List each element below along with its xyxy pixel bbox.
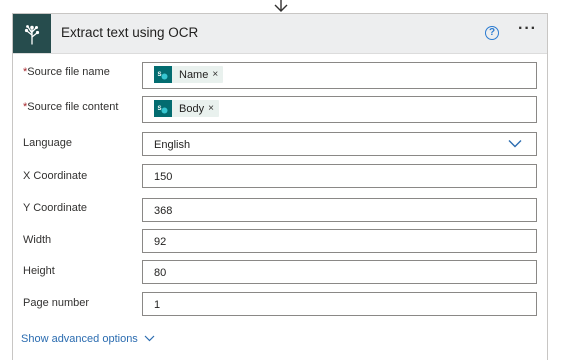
- svg-text:S: S: [158, 106, 162, 112]
- height-value: 80: [154, 267, 167, 279]
- x-coordinate-input[interactable]: 150: [142, 164, 537, 188]
- y-coordinate-input[interactable]: 368: [142, 198, 537, 222]
- ocr-action-card: Extract text using OCR ? ··· *Source fil…: [12, 13, 548, 360]
- dynamic-content-token-body[interactable]: S Body ×: [154, 100, 219, 117]
- sharepoint-icon: S: [154, 66, 172, 83]
- advanced-options-label: Show advanced options: [21, 333, 138, 345]
- width-input[interactable]: 92: [142, 229, 537, 253]
- height-input[interactable]: 80: [142, 260, 537, 284]
- y-coordinate-label: Y Coordinate: [23, 202, 88, 214]
- sharepoint-icon: S: [154, 100, 172, 117]
- x-coordinate-label: X Coordinate: [23, 170, 88, 182]
- page-number-input[interactable]: 1: [142, 292, 537, 316]
- language-label: Language: [23, 137, 72, 149]
- source-file-content-field[interactable]: S Body ×: [142, 96, 537, 123]
- source-file-name-field[interactable]: S Name ×: [142, 62, 537, 89]
- token-label: Name: [179, 68, 209, 81]
- help-icon[interactable]: ?: [485, 26, 499, 40]
- remove-token-icon[interactable]: ×: [212, 69, 223, 80]
- show-advanced-options-link[interactable]: Show advanced options: [21, 333, 155, 345]
- height-label: Height: [23, 265, 55, 277]
- language-dropdown[interactable]: English: [142, 132, 537, 156]
- chevron-down-icon: [144, 333, 155, 345]
- x-coordinate-value: 150: [154, 171, 173, 183]
- source-file-content-label: *Source file content: [23, 101, 119, 113]
- more-options-icon[interactable]: ···: [518, 20, 537, 38]
- width-value: 92: [154, 236, 167, 248]
- width-label: Width: [23, 234, 52, 246]
- token-label: Body: [179, 102, 205, 115]
- source-file-name-label: *Source file name: [23, 66, 110, 78]
- y-coordinate-value: 368: [154, 205, 173, 217]
- card-header[interactable]: Extract text using OCR ? ···: [13, 14, 547, 54]
- page-number-label: Page number: [23, 297, 90, 309]
- chevron-down-icon[interactable]: [508, 139, 522, 151]
- language-value: English: [154, 139, 191, 151]
- ai-builder-tree-icon: [13, 14, 51, 53]
- page-number-value: 1: [154, 299, 161, 311]
- dynamic-content-token-name[interactable]: S Name ×: [154, 66, 224, 83]
- remove-token-icon[interactable]: ×: [208, 103, 219, 114]
- flow-connector-arrow-icon: [270, 0, 292, 14]
- svg-text:S: S: [158, 72, 162, 78]
- card-title[interactable]: Extract text using OCR: [61, 25, 198, 40]
